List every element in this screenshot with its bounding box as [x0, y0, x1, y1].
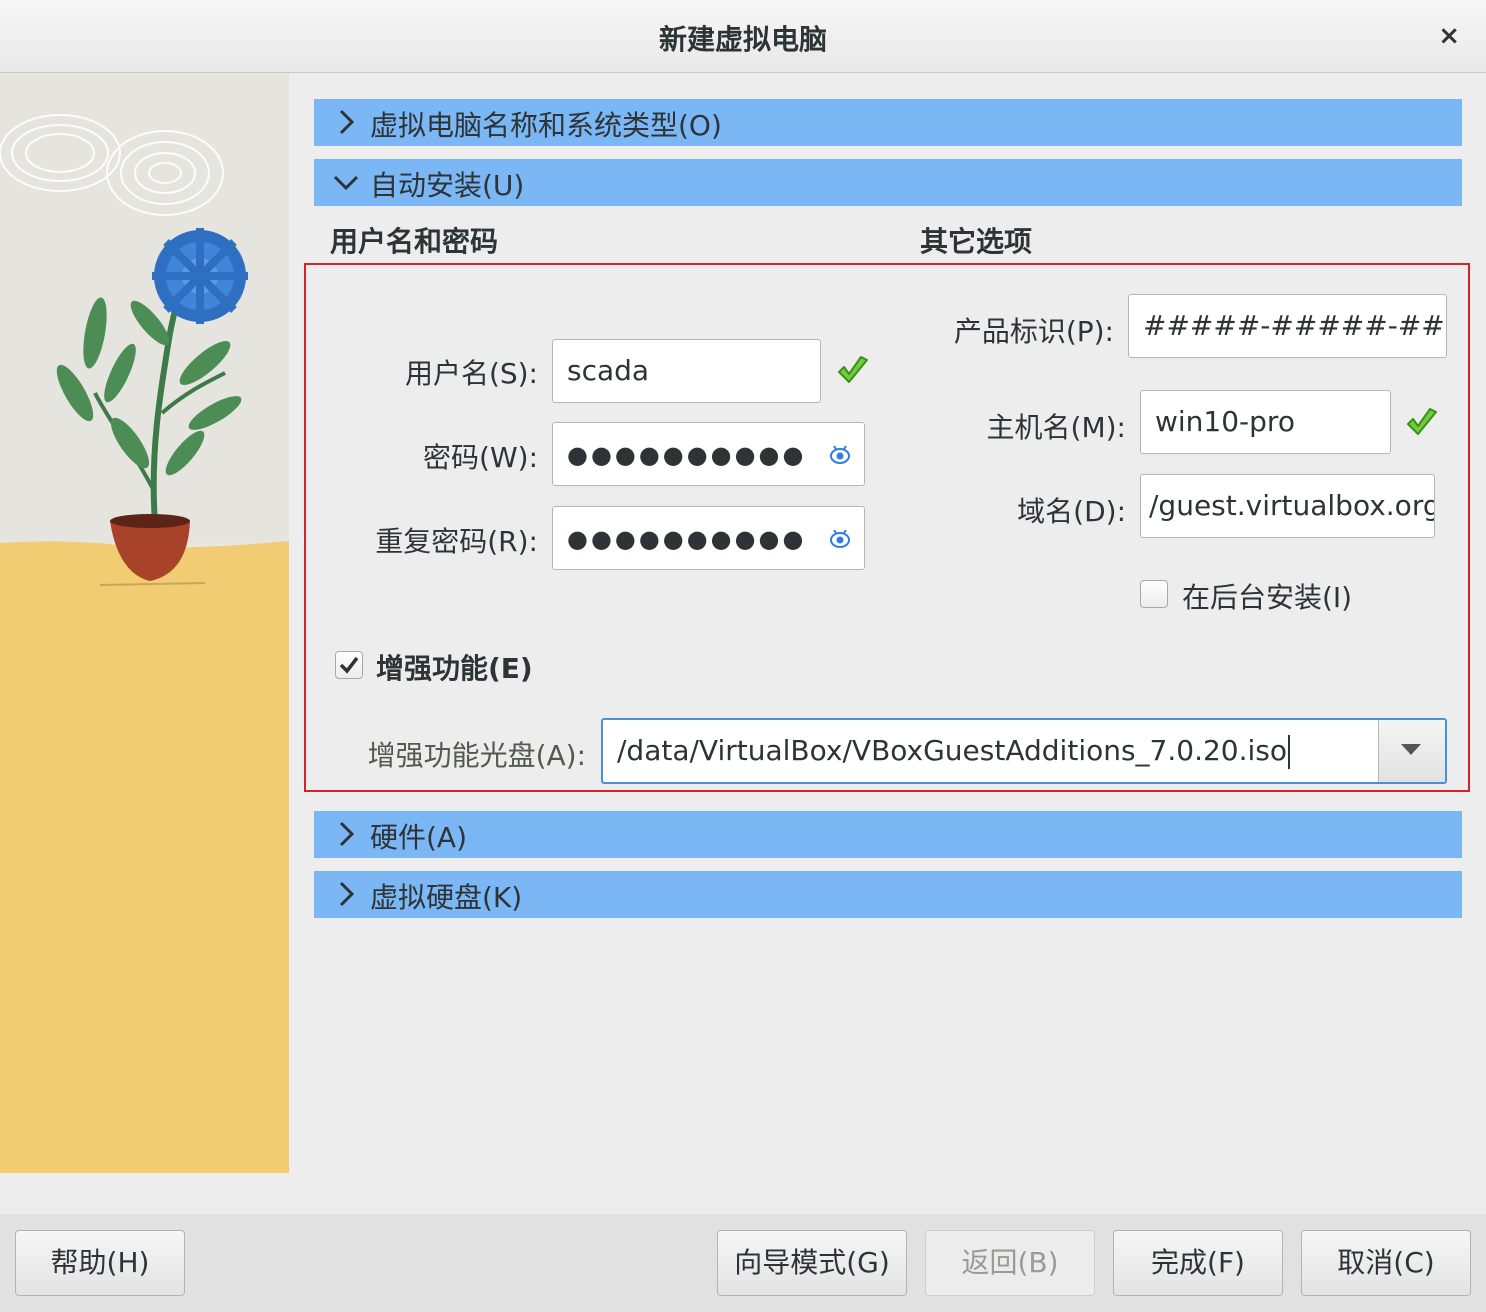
product-key-label: 产品标识(P):	[953, 315, 1114, 348]
domain-field[interactable]: /guest.virtualbox.org	[1140, 474, 1435, 538]
password-value: ●●●●●●●●●●	[567, 441, 807, 469]
section-hardware-label: 硬件(A)	[370, 821, 468, 854]
chevron-right-icon	[339, 881, 355, 907]
cancel-button[interactable]: 取消(C)	[1301, 1230, 1471, 1296]
close-icon[interactable]: ×	[1438, 20, 1460, 52]
other-group-title: 其它选项	[920, 225, 1033, 258]
finish-button[interactable]: 完成(F)	[1113, 1230, 1283, 1296]
section-disk-label: 虚拟硬盘(K)	[370, 881, 523, 914]
section-unattended-label: 自动安装(U)	[370, 169, 525, 202]
repeat-password-label: 重复密码(R):	[375, 525, 538, 558]
password-field[interactable]: ●●●●●●●●●●	[552, 422, 865, 486]
title-bar: 新建虚拟电脑 ×	[0, 0, 1486, 73]
username-field[interactable]: scada	[552, 339, 821, 403]
section-disk-header[interactable]: 虚拟硬盘(K)	[314, 871, 1462, 918]
triangle-down-icon	[1401, 744, 1421, 755]
guest-additions-checkbox[interactable]	[335, 651, 363, 679]
repeat-password-field[interactable]: ●●●●●●●●●●	[552, 506, 865, 570]
background-install-checkbox[interactable]	[1140, 580, 1168, 608]
product-key-field[interactable]: #####-#####-###	[1128, 294, 1447, 358]
dropdown-button[interactable]	[1378, 720, 1445, 782]
hostname-label: 主机名(M):	[986, 411, 1126, 444]
checkmark-icon	[339, 656, 359, 674]
background-install-label[interactable]: 在后台安装(I)	[1182, 576, 1352, 616]
wizard-illustration	[0, 73, 289, 1173]
section-name-os-label: 虚拟电脑名称和系统类型(O)	[370, 109, 722, 142]
user-group-title: 用户名和密码	[330, 225, 499, 258]
help-button[interactable]: 帮助(H)	[15, 1230, 185, 1296]
guest-additions-iso-combo[interactable]: /data/VirtualBox/VBoxGuestAdditions_7.0.…	[601, 718, 1447, 784]
repeat-password-value: ●●●●●●●●●●	[567, 525, 807, 553]
guest-additions-iso-label: 增强功能光盘(A):	[367, 739, 586, 772]
section-unattended-header[interactable]: 自动安装(U)	[314, 159, 1462, 206]
hostname-field[interactable]: win10-pro	[1140, 390, 1391, 454]
chevron-right-icon	[339, 109, 355, 135]
window-title: 新建虚拟电脑	[658, 23, 827, 56]
guest-additions-iso-input[interactable]: /data/VirtualBox/VBoxGuestAdditions_7.0.…	[617, 720, 1291, 782]
eye-icon[interactable]	[828, 527, 852, 551]
green-check-icon	[1407, 408, 1437, 435]
eye-icon[interactable]	[828, 443, 852, 467]
back-button[interactable]: 返回(B)	[925, 1230, 1095, 1296]
password-label: 密码(W):	[423, 441, 538, 474]
section-name-os-header[interactable]: 虚拟电脑名称和系统类型(O)	[314, 99, 1462, 146]
section-hardware-header[interactable]: 硬件(A)	[314, 811, 1462, 858]
domain-label: 域名(D):	[1017, 495, 1126, 528]
guided-mode-button[interactable]: 向导模式(G)	[717, 1230, 907, 1296]
text-cursor	[1288, 735, 1291, 769]
guest-additions-label[interactable]: 增强功能(E)	[376, 647, 533, 687]
green-check-icon	[838, 356, 868, 383]
username-label: 用户名(S):	[404, 357, 538, 390]
chevron-down-icon	[333, 175, 359, 191]
chevron-right-icon	[339, 821, 355, 847]
